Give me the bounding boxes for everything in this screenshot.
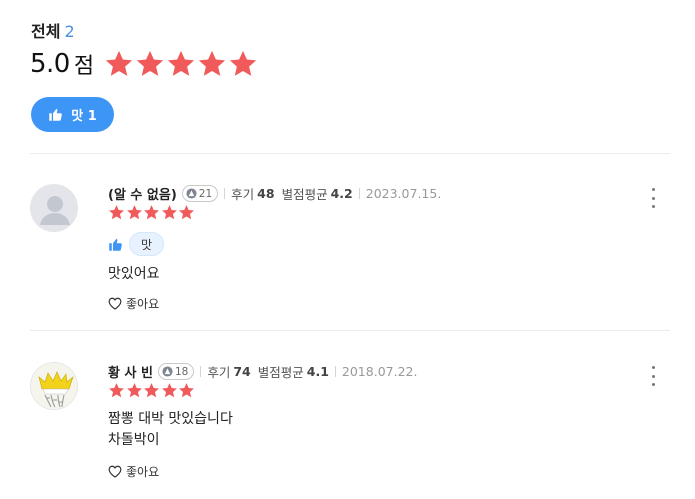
star-icon	[229, 50, 257, 76]
review-date: 2023.07.15.	[365, 186, 442, 201]
review-count: 48	[257, 186, 275, 201]
taste-tag: 맛	[129, 232, 165, 256]
taste-filter-button[interactable]: 맛 1	[31, 97, 114, 132]
level-value: 21	[198, 187, 213, 200]
star-icon	[136, 50, 164, 76]
star-icon	[179, 205, 194, 220]
heart-icon	[108, 297, 122, 310]
review-count-label: 후기	[207, 365, 231, 380]
star-icon	[109, 205, 124, 220]
user-avatar[interactable]	[30, 184, 78, 232]
review-item: 황 사 빈 18 후기 74 별점평균 4.1 2018.07.22. 짬뽕 대박 …	[30, 362, 670, 482]
like-label: 좋아요	[126, 465, 160, 479]
user-nickname[interactable]: 황 사 빈	[108, 362, 153, 381]
like-button[interactable]: 좋아요	[108, 463, 159, 480]
separator	[358, 188, 360, 199]
thumbs-up-icon	[49, 108, 63, 121]
star-icon	[167, 50, 195, 76]
review-text: 짬뽕 대박 맛있습니다 차돌박이	[108, 409, 233, 451]
separator	[334, 366, 336, 377]
star-icon	[198, 50, 226, 76]
star-icon	[144, 383, 159, 398]
level-badge: 18	[157, 363, 195, 380]
user-nickname[interactable]: (알 수 없음)	[108, 184, 177, 203]
review-meta: (알 수 없음) 21 후기 48 별점평균 4.2 2023.07.15.	[108, 184, 441, 203]
star-icon	[126, 383, 142, 398]
review-line: 짬뽕 대박 맛있습니다	[108, 411, 233, 427]
star-icon	[105, 50, 133, 76]
more-options-icon[interactable]	[646, 366, 660, 386]
level-icon	[162, 366, 173, 377]
avg-rating: 4.2	[330, 186, 353, 201]
review-page: 전체 2 5.0 점 맛 1 (알 수 없음) 21 후기 48 별점평균 4.…	[0, 0, 695, 499]
star-icon	[161, 383, 177, 398]
review-line: 차돌박이	[108, 432, 160, 448]
star-icon	[144, 205, 159, 220]
star-icon	[109, 383, 124, 398]
total-reviews: 전체 2	[31, 18, 75, 42]
user-avatar[interactable]	[30, 362, 78, 410]
review-text: 맛있어요	[108, 264, 160, 285]
review-tags: 맛	[108, 232, 165, 256]
total-count: 2	[64, 22, 75, 41]
star-icon	[179, 383, 194, 398]
separator	[224, 188, 226, 199]
score-unit: 점	[73, 54, 95, 79]
review-count: 74	[233, 364, 251, 379]
star-icon	[161, 205, 177, 220]
heart-icon	[108, 465, 122, 478]
review-count-label: 후기	[231, 187, 255, 202]
review-line: 맛있어요	[108, 266, 160, 282]
review-stars	[108, 204, 196, 221]
review-date: 2018.07.22.	[341, 364, 418, 379]
review-item: (알 수 없음) 21 후기 48 별점평균 4.2 2023.07.15. 맛 맛…	[30, 184, 670, 319]
like-button[interactable]: 좋아요	[108, 295, 159, 312]
level-badge: 21	[181, 185, 219, 202]
total-label: 전체	[31, 22, 61, 41]
avg-rating-label: 별점평균	[257, 365, 304, 380]
divider	[30, 153, 670, 154]
avg-rating-label: 별점평균	[281, 187, 328, 202]
star-icon	[126, 205, 142, 220]
more-options-icon[interactable]	[646, 188, 660, 208]
review-meta: 황 사 빈 18 후기 74 별점평균 4.1 2018.07.22.	[108, 362, 417, 381]
level-value: 18	[174, 365, 189, 378]
profile-photo-icon	[31, 363, 77, 409]
score-stars	[104, 49, 259, 79]
filter-label: 맛 1	[71, 109, 97, 124]
divider	[30, 330, 670, 331]
level-icon	[186, 188, 197, 199]
average-score: 5.0 점	[30, 48, 259, 80]
thumbs-up-icon	[109, 238, 122, 251]
avg-rating: 4.1	[306, 364, 329, 379]
separator	[200, 366, 202, 377]
score-value: 5.0	[30, 49, 70, 79]
default-avatar-icon	[31, 185, 77, 231]
like-label: 좋아요	[126, 297, 160, 311]
review-stars	[108, 382, 196, 399]
